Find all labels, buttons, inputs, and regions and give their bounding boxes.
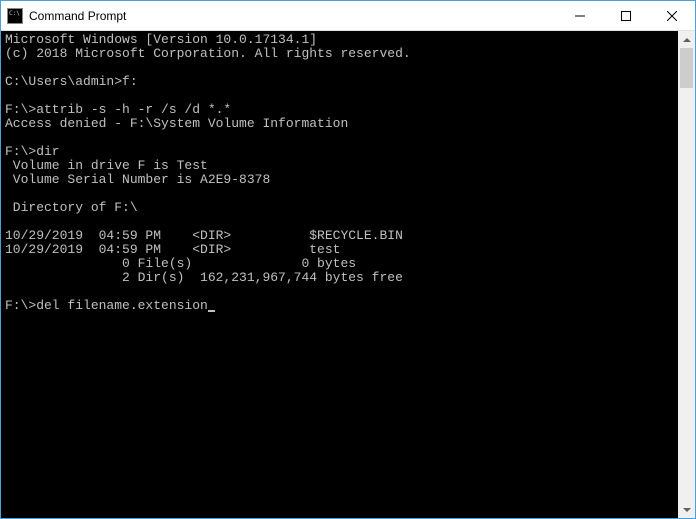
vertical-scrollbar[interactable] — [678, 31, 695, 518]
scroll-up-button[interactable] — [678, 31, 695, 48]
command-prompt-window: Command Prompt Microsoft Windows [Versio… — [0, 0, 696, 519]
output-line: Volume Serial Number is A2E9-8378 — [5, 172, 270, 187]
close-icon — [667, 11, 677, 21]
minimize-button[interactable] — [557, 1, 603, 30]
cursor — [208, 310, 215, 312]
output-line: F:\>dir — [5, 144, 60, 159]
chevron-up-icon — [683, 38, 691, 42]
minimize-icon — [575, 11, 585, 21]
maximize-button[interactable] — [603, 1, 649, 30]
content-area: Microsoft Windows [Version 10.0.17134.1]… — [1, 31, 695, 518]
cmd-icon — [7, 8, 23, 24]
titlebar[interactable]: Command Prompt — [1, 1, 695, 31]
output-line: 10/29/2019 04:59 PM <DIR> test — [5, 242, 340, 257]
output-line: Volume in drive F is Test — [5, 158, 208, 173]
window-title: Command Prompt — [29, 9, 557, 23]
chevron-down-icon — [683, 508, 691, 512]
scroll-down-button[interactable] — [678, 501, 695, 518]
output-line: F:\>attrib -s -h -r /s /d *.* — [5, 102, 231, 117]
output-line: 2 Dir(s) 162,231,967,744 bytes free — [5, 270, 403, 285]
output-line: Microsoft Windows [Version 10.0.17134.1] — [5, 32, 317, 47]
output-line: 0 File(s) 0 bytes — [5, 256, 356, 271]
close-button[interactable] — [649, 1, 695, 30]
window-controls — [557, 1, 695, 30]
output-line: C:\Users\admin>f: — [5, 74, 138, 89]
maximize-icon — [621, 11, 631, 21]
current-prompt-line: F:\>del filename.extension — [5, 298, 208, 313]
output-line: Access denied - F:\System Volume Informa… — [5, 116, 348, 131]
scroll-thumb[interactable] — [680, 48, 693, 88]
output-line: 10/29/2019 04:59 PM <DIR> $RECYCLE.BIN — [5, 228, 403, 243]
terminal-output[interactable]: Microsoft Windows [Version 10.0.17134.1]… — [1, 31, 678, 518]
output-line: (c) 2018 Microsoft Corporation. All righ… — [5, 46, 411, 61]
output-line: Directory of F:\ — [5, 200, 138, 215]
